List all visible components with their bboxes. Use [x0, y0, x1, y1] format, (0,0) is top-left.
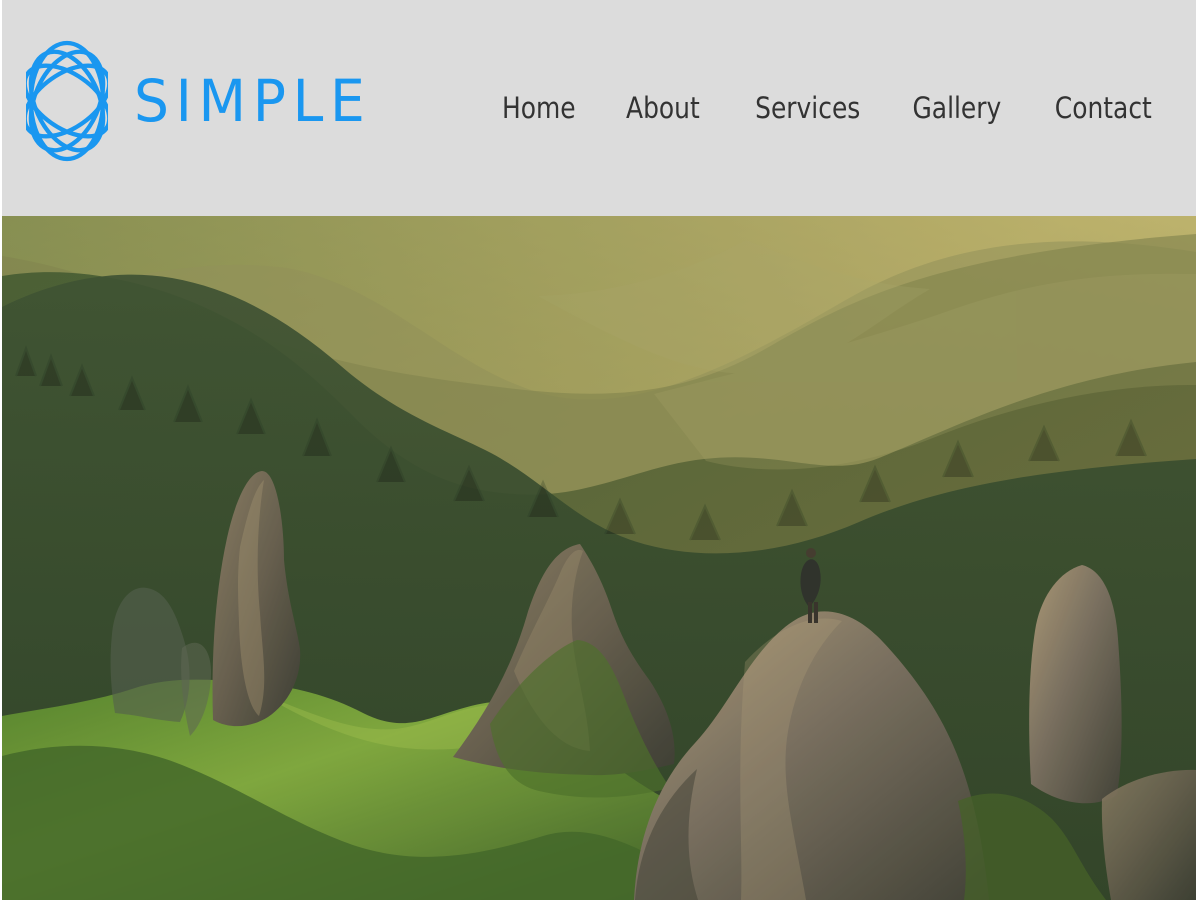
page: SIMPLE Home About Services Gallery Conta… — [0, 0, 1200, 900]
nav-contact[interactable]: Contact — [1055, 86, 1152, 130]
site-header: SIMPLE Home About Services Gallery Conta… — [2, 0, 1196, 216]
brand-name: SIMPLE — [134, 67, 372, 135]
nav-services[interactable]: Services — [755, 86, 860, 130]
mountain-landscape-photo — [2, 216, 1196, 900]
nav-about[interactable]: About — [626, 86, 700, 130]
interlocked-rings-icon — [26, 40, 108, 162]
nav-gallery[interactable]: Gallery — [912, 86, 1001, 130]
brand-logo-link[interactable]: SIMPLE — [26, 36, 384, 166]
main-nav: Home About Services Gallery Contact — [452, 86, 1152, 130]
nav-home[interactable]: Home — [502, 86, 576, 130]
hero-image — [2, 216, 1196, 900]
